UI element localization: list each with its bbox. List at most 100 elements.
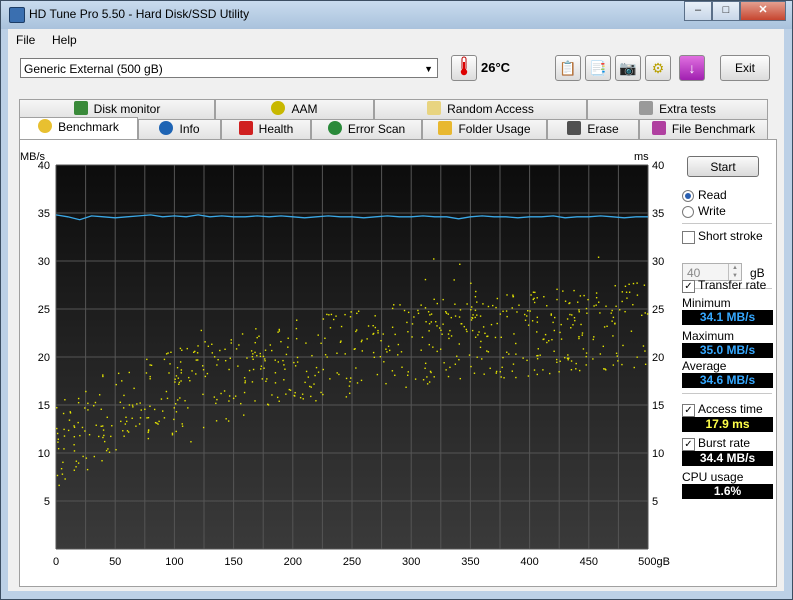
save-button[interactable]: ↓ [679,55,705,81]
access-time-point [254,351,256,354]
access-time-point [502,310,504,313]
write-label: Write [698,204,726,218]
access-time-point [482,303,484,305]
copy-text-button[interactable]: 📋 [555,55,581,81]
access-time-point [93,455,96,458]
access-time-point [458,358,460,361]
tab-aam[interactable]: AAM [215,99,374,119]
menu-file[interactable]: File [16,33,35,47]
screenshot-button[interactable]: 📷 [615,55,641,81]
access-time-point [102,374,104,376]
access-time-point [500,336,502,339]
tab-folder-usage[interactable]: Folder Usage [422,119,547,139]
tab-disk-monitor[interactable]: Disk monitor [19,99,215,119]
exit-button[interactable]: Exit [720,55,770,81]
thermometer-icon [460,56,468,76]
access-time-point [513,333,515,335]
tab-random-access[interactable]: Random Access [374,99,587,119]
transfer-rate-checkbox[interactable]: ✓ [682,280,695,293]
access-time-point [160,398,163,400]
access-time-point [583,294,585,297]
access-time-point [636,294,639,296]
tab-health[interactable]: Health [221,119,311,139]
access-time-point [470,365,472,368]
tab-benchmark[interactable]: Benchmark [19,117,138,139]
access-time-point [165,353,168,355]
access-time-point [642,345,645,347]
access-time-point [470,319,473,321]
access-time-point [73,444,75,446]
access-time-point [256,336,258,339]
access-time-point [633,366,635,369]
maximize-button[interactable]: □ [712,1,740,21]
access-time-point [315,366,318,369]
access-time-checkbox[interactable]: ✓ [682,404,695,417]
access-time-point [391,307,394,310]
access-time-point [560,323,562,326]
access-time-point [585,355,587,358]
access-time-point [379,355,382,358]
burst-rate-checkbox[interactable]: ✓ [682,438,695,451]
access-time-point [394,333,396,336]
access-time-point [470,306,473,308]
access-time-point [492,304,494,307]
temperature-button[interactable] [451,55,477,81]
access-time-point [177,399,179,401]
access-time-point [495,306,497,309]
access-time-point [230,339,232,341]
tab-file-benchmark[interactable]: File Benchmark [639,119,768,139]
options-button[interactable]: ⚙ [645,55,671,81]
access-time-point [553,350,555,352]
tab-label: Info [179,122,200,136]
tab-info[interactable]: Info [138,119,221,139]
access-time-point [169,363,171,365]
average-value: 34.6 MB/s [682,373,773,388]
access-time-point [63,448,65,450]
access-time-point [611,309,613,312]
access-time-point [206,372,209,375]
tab-label: Disk monitor [93,102,161,116]
access-time-point [254,341,256,344]
access-time-point [628,283,630,285]
access-time-point [332,318,335,321]
access-time-point [374,326,377,329]
caption-buttons: – □ ✕ [684,1,786,21]
access-time-point [511,307,513,309]
x-tick-label: 200 [284,556,302,568]
access-time-point [592,338,594,341]
short-stroke-checkbox[interactable] [682,231,695,244]
menu-help[interactable]: Help [52,33,77,47]
tab-error-scan[interactable]: Error Scan [311,119,422,139]
access-time-point [511,370,514,372]
access-time-point [126,430,129,432]
copy-all-button[interactable]: 📑 [585,55,611,81]
access-time-point [81,426,84,429]
access-time-point [400,351,403,353]
file-icon [651,121,666,135]
write-radio[interactable] [682,206,694,218]
access-time-point [57,447,60,450]
y-tick-label-left: 15 [38,400,50,412]
access-time-point [453,279,455,281]
read-radio[interactable] [682,190,694,202]
access-time-point [524,313,526,316]
title-bar[interactable]: HD Tune Pro 5.50 - Hard Disk/SSD Utility… [1,1,792,29]
drive-select[interactable]: Generic External (500 gB) ▼ [20,58,438,78]
tab-erase[interactable]: Erase [547,119,639,139]
tab-extra-tests[interactable]: Extra tests [587,99,768,119]
access-time-point [193,351,195,354]
access-time-point [100,425,102,428]
y-tick-label-left: 35 [38,208,50,220]
access-time-point [340,340,342,342]
minimize-button[interactable]: – [684,1,712,21]
access-time-point [94,401,97,404]
access-time-point [426,376,428,378]
close-button[interactable]: ✕ [740,1,786,21]
access-time-point [314,374,316,377]
access-time-point [479,315,482,317]
access-time-point [573,289,575,292]
access-time-point [138,423,141,425]
start-button[interactable]: Start [687,156,759,177]
access-time-point [533,301,536,304]
tab-label: AAM [291,102,318,116]
